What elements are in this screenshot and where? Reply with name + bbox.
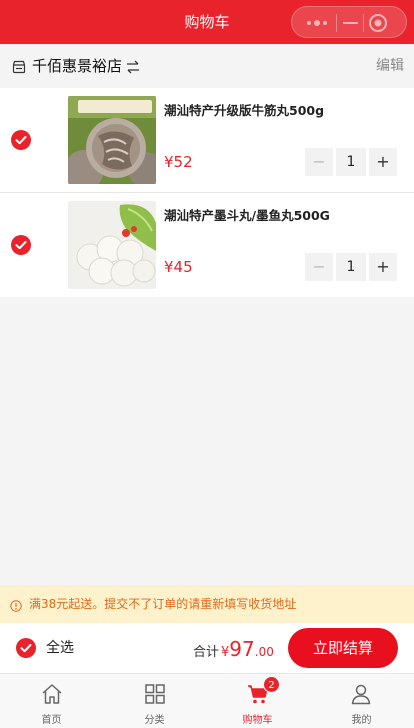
navigation-bar: 购物车 [0, 0, 414, 44]
fish-ball-product-image[interactable] [68, 201, 156, 289]
select-all-label[interactable]: 全选 [46, 623, 74, 673]
checkout-button[interactable]: 立即结算 [288, 628, 398, 668]
cart-count-badge: 2 [263, 676, 280, 693]
tab-home[interactable]: 首页 [0, 674, 103, 728]
tab-profile[interactable]: 我的 [309, 674, 414, 728]
quantity-value[interactable]: 1 [336, 148, 366, 176]
home-icon [42, 684, 62, 704]
minimize-icon[interactable] [343, 16, 359, 30]
total-integer: 97 [229, 637, 255, 661]
select-all-checked-icon[interactable] [16, 638, 36, 658]
item-name[interactable]: 潮汕特产墨斗丸/墨鱼丸500G [164, 205, 330, 224]
total-label: 合计 [193, 645, 220, 660]
store-bar: 千佰惠景裕店 编辑 [0, 44, 414, 88]
edit-button[interactable]: 编辑 [376, 44, 404, 88]
checkout-bar: 全选 合计 ¥97.00 立即结算 [0, 623, 414, 673]
tab-cart[interactable]: 2 购物车 [206, 674, 309, 728]
total-amount: 合计 ¥97.00 [193, 623, 274, 673]
quantity-stepper: − 1 + [305, 253, 397, 281]
switch-store-icon[interactable] [125, 59, 141, 74]
tab-label: 首页 [41, 715, 62, 726]
cart-item: 潮汕特产升级版牛筋丸500g ¥52 − 1 + [0, 88, 414, 192]
item-price: ¥52 [164, 153, 193, 171]
decrease-button[interactable]: − [305, 148, 333, 176]
increase-button[interactable]: + [369, 148, 397, 176]
tab-category[interactable]: 分类 [103, 674, 206, 728]
user-icon [351, 684, 371, 705]
more-icon[interactable] [304, 16, 330, 30]
store-name[interactable]: 千佰惠景裕店 [32, 44, 122, 88]
quantity-value[interactable]: 1 [336, 253, 366, 281]
quantity-stepper: − 1 + [305, 148, 397, 176]
item-price: ¥45 [164, 258, 193, 276]
close-target-icon[interactable] [368, 13, 388, 33]
mini-program-capsule [291, 6, 407, 38]
store-icon [12, 59, 26, 74]
total-decimal: .00 [254, 645, 274, 659]
decrease-button[interactable]: − [305, 253, 333, 281]
item-checkbox-checked-icon[interactable] [11, 235, 31, 255]
item-name[interactable]: 潮汕特产升级版牛筋丸500g [164, 100, 324, 119]
tab-label: 分类 [144, 715, 165, 726]
delivery-notice: 满38元起送。提交不了订单的请重新填写收货地址 [0, 585, 414, 623]
item-checkbox-checked-icon[interactable] [11, 130, 31, 150]
tab-label: 购物车 [242, 715, 273, 726]
increase-button[interactable]: + [369, 253, 397, 281]
notice-text: 满38元起送。提交不了订单的请重新填写收货地址 [29, 597, 297, 611]
tab-bar: 首页 分类 2 购物车 我的 [0, 673, 414, 728]
category-icon [145, 684, 165, 704]
cart-item: 潮汕特产墨斗丸/墨鱼丸500G ¥45 − 1 + [0, 193, 414, 297]
tab-label: 我的 [351, 715, 372, 726]
beef-ball-product-image[interactable] [68, 96, 156, 184]
info-icon [10, 597, 22, 612]
